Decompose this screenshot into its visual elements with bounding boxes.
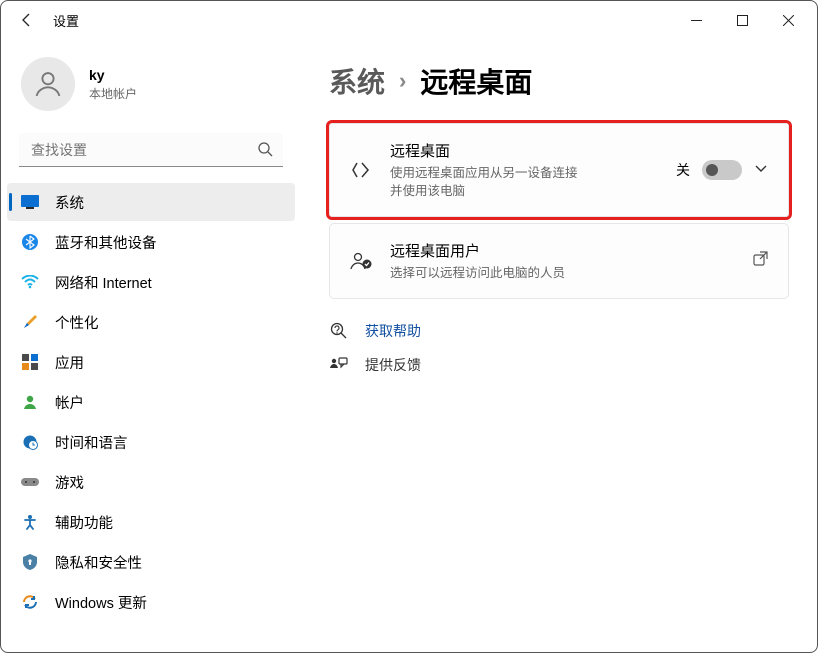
remote-desktop-toggle[interactable] [702, 160, 742, 180]
feedback-link-row: 提供反馈 [329, 355, 789, 375]
expand-button[interactable] [754, 161, 768, 180]
profile-block[interactable]: ky 本地帐户 [1, 45, 301, 127]
maximize-icon [737, 15, 748, 26]
card-title: 远程桌面 [390, 140, 658, 161]
breadcrumb-current: 远程桌面 [420, 61, 532, 101]
feedback-icon [329, 357, 349, 373]
open-external-button[interactable] [753, 251, 768, 271]
nav-label: 游戏 [55, 472, 84, 493]
nav-label: 蓝牙和其他设备 [55, 232, 157, 253]
help-icon [329, 322, 349, 340]
nav-item-windows-update[interactable]: Windows 更新 [7, 583, 295, 621]
users-icon [350, 251, 372, 271]
nav-list: 系统 蓝牙和其他设备 网络和 Internet 个性化 应用 帐户 [1, 181, 301, 627]
profile-name: ky [89, 67, 137, 83]
minimize-icon [691, 15, 702, 26]
profile-subtitle: 本地帐户 [89, 85, 137, 102]
card-title: 远程桌面用户 [390, 240, 735, 261]
app-title: 设置 [53, 11, 79, 30]
nav-label: 帐户 [55, 392, 84, 413]
nav-item-privacy[interactable]: 隐私和安全性 [7, 543, 295, 581]
bluetooth-icon [21, 233, 39, 251]
titlebar: 设置 [1, 1, 817, 39]
nav-label: 时间和语言 [55, 432, 128, 453]
wifi-icon [21, 273, 39, 291]
remote-desktop-users-card[interactable]: 远程桌面用户 选择可以远程访问此电脑的人员 [329, 223, 789, 299]
breadcrumb-parent[interactable]: 系统 [329, 61, 385, 101]
nav-item-gaming[interactable]: 游戏 [7, 463, 295, 501]
brush-icon [21, 313, 39, 331]
remote-desktop-icon [350, 160, 372, 180]
nav-item-network[interactable]: 网络和 Internet [7, 263, 295, 301]
nav-label: 网络和 Internet [55, 272, 152, 293]
accessibility-icon [21, 513, 39, 531]
nav-item-personalization[interactable]: 个性化 [7, 303, 295, 341]
account-icon [21, 393, 39, 411]
give-feedback-link[interactable]: 提供反馈 [365, 355, 421, 375]
nav-item-accessibility[interactable]: 辅助功能 [7, 503, 295, 541]
nav-item-apps[interactable]: 应用 [7, 343, 295, 381]
close-button[interactable] [765, 1, 811, 39]
close-icon [783, 15, 794, 26]
search-wrap [19, 133, 283, 167]
arrow-left-icon [19, 12, 35, 28]
window-controls [673, 1, 811, 39]
nav-label: 个性化 [55, 312, 99, 333]
nav-item-accounts[interactable]: 帐户 [7, 383, 295, 421]
back-button[interactable] [7, 1, 47, 39]
apps-icon [21, 353, 39, 371]
chevron-down-icon [754, 161, 768, 175]
search-icon [257, 141, 273, 162]
globe-clock-icon [21, 433, 39, 451]
card-subtitle: 使用远程桌面应用从另一设备连接并使用该电脑 [390, 164, 580, 200]
nav-label: 辅助功能 [55, 512, 113, 533]
external-link-icon [753, 251, 768, 266]
person-icon [32, 68, 64, 100]
nav-item-bluetooth[interactable]: 蓝牙和其他设备 [7, 223, 295, 261]
update-icon [21, 593, 39, 611]
nav-label: 隐私和安全性 [55, 552, 142, 573]
maximize-button[interactable] [719, 1, 765, 39]
search-input[interactable] [19, 133, 283, 167]
nav-label: Windows 更新 [55, 592, 147, 613]
toggle-state-label: 关 [676, 160, 690, 180]
system-icon [21, 193, 39, 211]
minimize-button[interactable] [673, 1, 719, 39]
breadcrumb: 系统 › 远程桌面 [329, 61, 789, 101]
shield-icon [21, 553, 39, 571]
get-help-link[interactable]: 获取帮助 [365, 321, 421, 341]
sidebar: ky 本地帐户 系统 蓝牙和其他设备 网络和 Internet [1, 39, 301, 652]
help-link-row: 获取帮助 [329, 321, 789, 341]
chevron-right-icon: › [399, 68, 406, 94]
nav-item-time-language[interactable]: 时间和语言 [7, 423, 295, 461]
remote-desktop-card[interactable]: 远程桌面 使用远程桌面应用从另一设备连接并使用该电脑 关 [329, 123, 789, 217]
nav-label: 应用 [55, 352, 84, 373]
nav-item-system[interactable]: 系统 [7, 183, 295, 221]
nav-label: 系统 [55, 192, 84, 213]
main-content: 系统 › 远程桌面 远程桌面 使用远程桌面应用从另一设备连接并使用该电脑 关 [301, 39, 817, 652]
card-subtitle: 选择可以远程访问此电脑的人员 [390, 264, 735, 282]
avatar [21, 57, 75, 111]
gamepad-icon [21, 473, 39, 491]
